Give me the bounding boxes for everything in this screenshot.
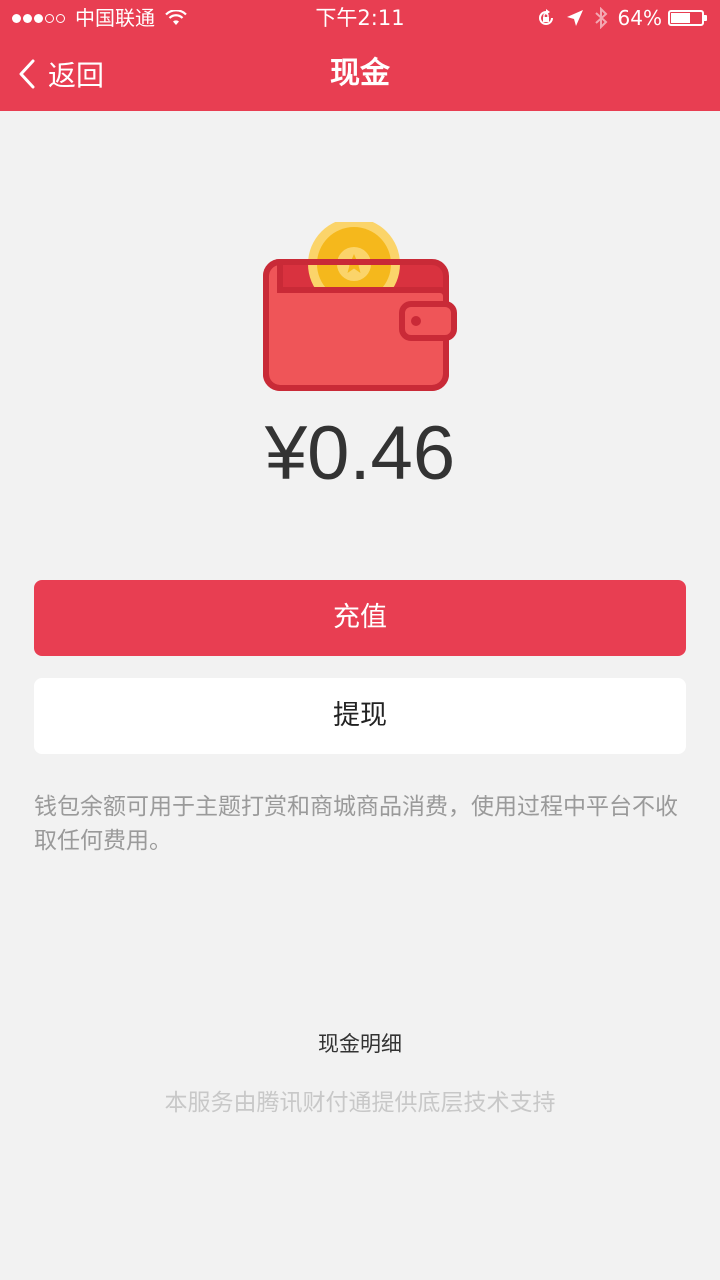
wallet-notice: 钱包余额可用于主题打赏和商城商品消费，使用过程中平台不收取任何费用。 <box>34 794 678 854</box>
battery-percent: 64% <box>617 6 662 30</box>
status-right: 64% <box>526 0 707 36</box>
bluetooth-icon <box>594 7 607 29</box>
header: 中国联通 下午2:11 64% 返回 现金 <box>0 0 720 111</box>
navigation-bar: 返回 现金 <box>0 36 720 111</box>
wallet-icon <box>263 222 457 391</box>
location-icon <box>566 10 583 26</box>
cash-wallet-page: 中国联通 下午2:11 64% 返回 现金 ¥0.46 充值 提现 钱包余额可用… <box>0 0 720 1280</box>
page-title: 现金 <box>330 56 390 91</box>
footer-note: 本服务由腾讯财付通提供底层技术支持 <box>164 1090 556 1116</box>
battery-icon <box>668 10 707 26</box>
status-bar: 中国联通 下午2:11 64% <box>0 0 720 36</box>
balance-amount: ¥0.46 <box>264 411 456 496</box>
orientation-lock-icon <box>538 9 553 25</box>
withdraw-button[interactable]: 提现 <box>34 678 686 754</box>
cash-details-link[interactable]: 现金明细 <box>0 1028 720 1058</box>
recharge-button[interactable]: 充值 <box>34 580 686 656</box>
battery-fill <box>671 13 690 23</box>
